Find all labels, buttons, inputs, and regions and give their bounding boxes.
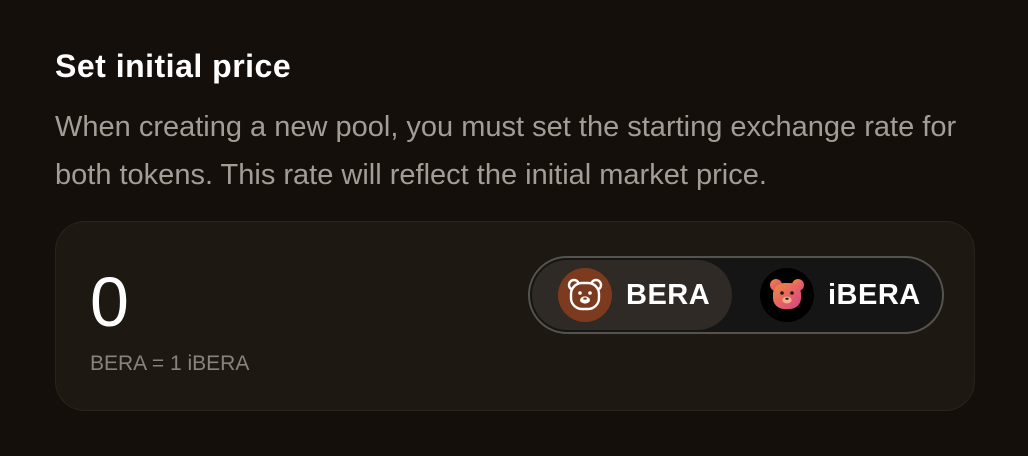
- token-toggle: BERA iBERA: [528, 256, 944, 334]
- token-label-bera: BERA: [626, 278, 711, 311]
- token-option-bera[interactable]: BERA: [532, 260, 732, 330]
- bera-bear-icon: [558, 268, 612, 322]
- price-card: BERA = 1 iBERA BERA: [55, 221, 975, 411]
- price-input[interactable]: [90, 262, 390, 342]
- section-title: Set initial price: [55, 48, 292, 84]
- exchange-rate-label: BERA = 1 iBERA: [90, 352, 250, 375]
- section-description: When creating a new pool, you must set t…: [55, 111, 957, 191]
- token-label-ibera: iBERA: [828, 278, 921, 311]
- initial-price-panel: Set initial price When creating a new po…: [0, 0, 1028, 456]
- token-option-ibera[interactable]: iBERA: [742, 260, 940, 330]
- ibera-bear-icon: [760, 268, 814, 322]
